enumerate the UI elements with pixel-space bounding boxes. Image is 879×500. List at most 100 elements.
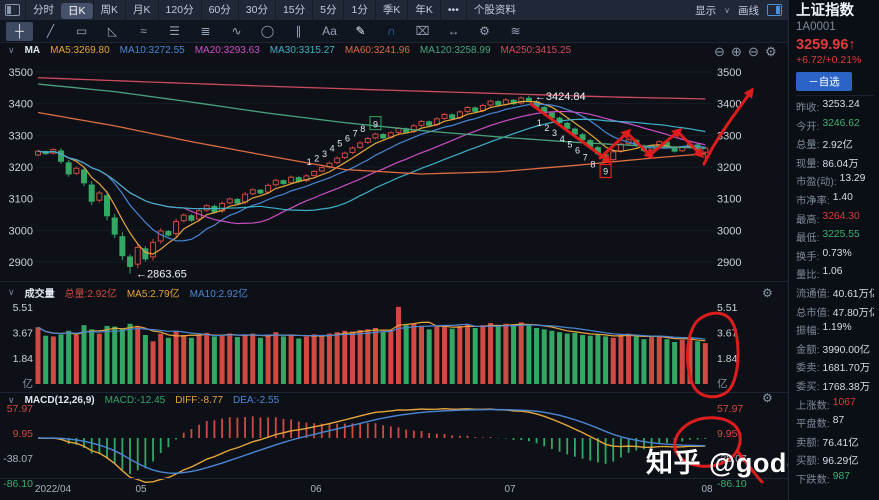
parallel-lines-tool[interactable]: ∥ <box>285 22 312 41</box>
magnet-tool[interactable]: ∩ <box>378 22 405 41</box>
layout-toggle-icon[interactable] <box>5 4 20 16</box>
volume-bar <box>82 325 87 384</box>
volume-indicator-header: ∨成交量总量:2.92亿MA5:2.79亿MA10:2.92亿 <box>8 285 248 300</box>
period-tab-7[interactable]: 15分 <box>275 0 312 20</box>
expand-horizontal-tool[interactable]: ↔ <box>440 22 467 41</box>
collapse-chevron-icon[interactable]: ∨ <box>8 45 15 56</box>
collapse-chevron-icon[interactable]: ∨ <box>8 287 15 298</box>
candle-body <box>442 114 447 118</box>
axis-label: 亿 <box>23 377 34 390</box>
volume-value-0: 总量:2.92亿 <box>65 285 117 300</box>
volume-bar <box>327 334 332 384</box>
brush-tool[interactable]: ✎ <box>347 22 374 41</box>
gann-fan-tool[interactable]: ◺ <box>99 22 126 41</box>
period-tab-3[interactable]: 月K <box>125 0 158 20</box>
trendline-tool[interactable]: ╱ <box>37 22 64 41</box>
layers-tool[interactable]: ≋ <box>502 22 529 41</box>
axis-label: 1.84 <box>717 353 738 365</box>
ma-value-1: MA10:3272.55 <box>120 45 185 56</box>
period-tab-4[interactable]: 120分 <box>158 0 201 20</box>
volume-bar <box>166 338 171 384</box>
volume-bar <box>304 336 309 384</box>
drawline-button[interactable]: 画线 <box>738 3 759 18</box>
volume-bar <box>565 334 570 384</box>
quote-row-label: 最高: <box>796 211 819 230</box>
ellipse-tool[interactable]: ◯ <box>254 22 281 41</box>
period-tab-5[interactable]: 60分 <box>201 0 238 20</box>
volume-bar <box>289 334 294 384</box>
zoom-out-icon[interactable]: ⊖ <box>714 44 725 59</box>
rectangle-tool[interactable]: ▭ <box>68 22 95 41</box>
axis-label: 1.84 <box>13 353 34 365</box>
period-tab-2[interactable]: 周K <box>93 0 126 20</box>
volume-bar <box>434 327 439 384</box>
candle-body <box>373 134 378 138</box>
quote-row-value: 3246.62 <box>822 118 859 137</box>
td-up-count: 5 <box>337 139 342 149</box>
volume-bar <box>266 336 271 384</box>
volume-bar <box>618 335 623 384</box>
quote-row-1: 今开:3246.62 <box>796 118 874 137</box>
quote-row-label: 金额: <box>796 341 819 360</box>
candle-body <box>105 196 110 216</box>
period-tab-12[interactable]: ••• <box>440 0 466 20</box>
volume-bar <box>634 336 639 384</box>
quote-row-value: 40.61万亿 <box>833 285 874 304</box>
quote-row-value: 13.29 <box>840 173 866 192</box>
volume-bar <box>350 332 355 385</box>
quote-row-label: 流通值: <box>796 285 830 304</box>
up-arrow-icon: ↑ <box>848 37 855 53</box>
volume-bar <box>534 328 539 384</box>
period-tab-0[interactable]: 分时 <box>25 0 61 20</box>
text-tool[interactable]: Aa <box>316 22 343 41</box>
crosshair-tool[interactable]: ┼ <box>6 22 33 41</box>
ma-value-5: MA120:3258.99 <box>420 45 491 56</box>
watchlist-remove-button[interactable]: －自选 <box>796 72 852 91</box>
period-tabbar: 分时日K周K月K120分60分30分15分5分1分季K年K•••个股资料 显示 ∨ 画… <box>0 0 788 20</box>
trash-icon[interactable]: ⌧ <box>409 22 436 41</box>
display-menu[interactable]: 显示 <box>695 3 716 18</box>
chart-canvas[interactable]: 3500350034003400330033003200320031003100… <box>0 0 788 500</box>
volume-bar <box>373 328 378 384</box>
axis-label: 3.67 <box>13 328 34 340</box>
candle-body <box>174 221 179 233</box>
period-tab-6[interactable]: 30分 <box>238 0 275 20</box>
axis-label: 3000 <box>717 225 741 237</box>
chevron-down-icon: ∨ <box>724 6 730 15</box>
tabbar-right-group: 显示 ∨ 画线 <box>695 3 788 18</box>
date-label: 08 <box>701 484 713 495</box>
quote-row-label: 委买: <box>796 378 819 397</box>
volume-gear-icon[interactable]: ⚙ <box>762 286 773 300</box>
period-tab-9[interactable]: 1分 <box>343 0 374 20</box>
zoom-in-icon[interactable]: ⊕ <box>731 44 742 59</box>
volume-bar <box>158 334 163 384</box>
quote-row-label: 昨收: <box>796 99 819 118</box>
candle-body <box>258 190 263 193</box>
quote-detail-list: 昨收:3253.24今开:3246.62总量:2.92亿现量:86.04万市盈(… <box>796 95 874 489</box>
date-label: 2022/04 <box>35 484 72 495</box>
period-tab-8[interactable]: 5分 <box>312 0 343 20</box>
period-tab-13[interactable]: 个股资料 <box>466 0 523 20</box>
volume-bar <box>258 338 263 384</box>
collapse-icon[interactable]: ⊖ <box>748 44 759 59</box>
collapse-chevron-icon[interactable]: ∨ <box>8 395 15 406</box>
volume-bar <box>496 327 501 384</box>
volume-bar <box>465 325 470 385</box>
period-tab-10[interactable]: 季K <box>375 0 408 20</box>
panel-toggle-icon[interactable] <box>767 4 782 16</box>
quote-row-value: 3253.24 <box>822 99 859 118</box>
macd-gear-icon[interactable]: ⚙ <box>762 391 773 405</box>
fib-retracement-tool[interactable]: ☰ <box>161 22 188 41</box>
wave-tool[interactable]: ∿ <box>223 22 250 41</box>
gear-icon[interactable]: ⚙ <box>765 44 777 59</box>
ma-indicator-header: ∨MAMA5:3269.80MA10:3272.55MA20:3293.63MA… <box>8 45 571 56</box>
volume-bar <box>220 335 225 384</box>
period-tab-1[interactable]: 日K <box>61 3 93 19</box>
volume-bar <box>197 334 202 384</box>
curve-tool[interactable]: ≈ <box>130 22 157 41</box>
macd-value-0: MACD:-12.45 <box>105 395 166 406</box>
period-tab-11[interactable]: 年K <box>407 0 440 20</box>
volume-bar <box>680 340 685 384</box>
channel-tool[interactable]: ≣ <box>192 22 219 41</box>
settings-tool[interactable]: ⚙ <box>471 22 498 41</box>
